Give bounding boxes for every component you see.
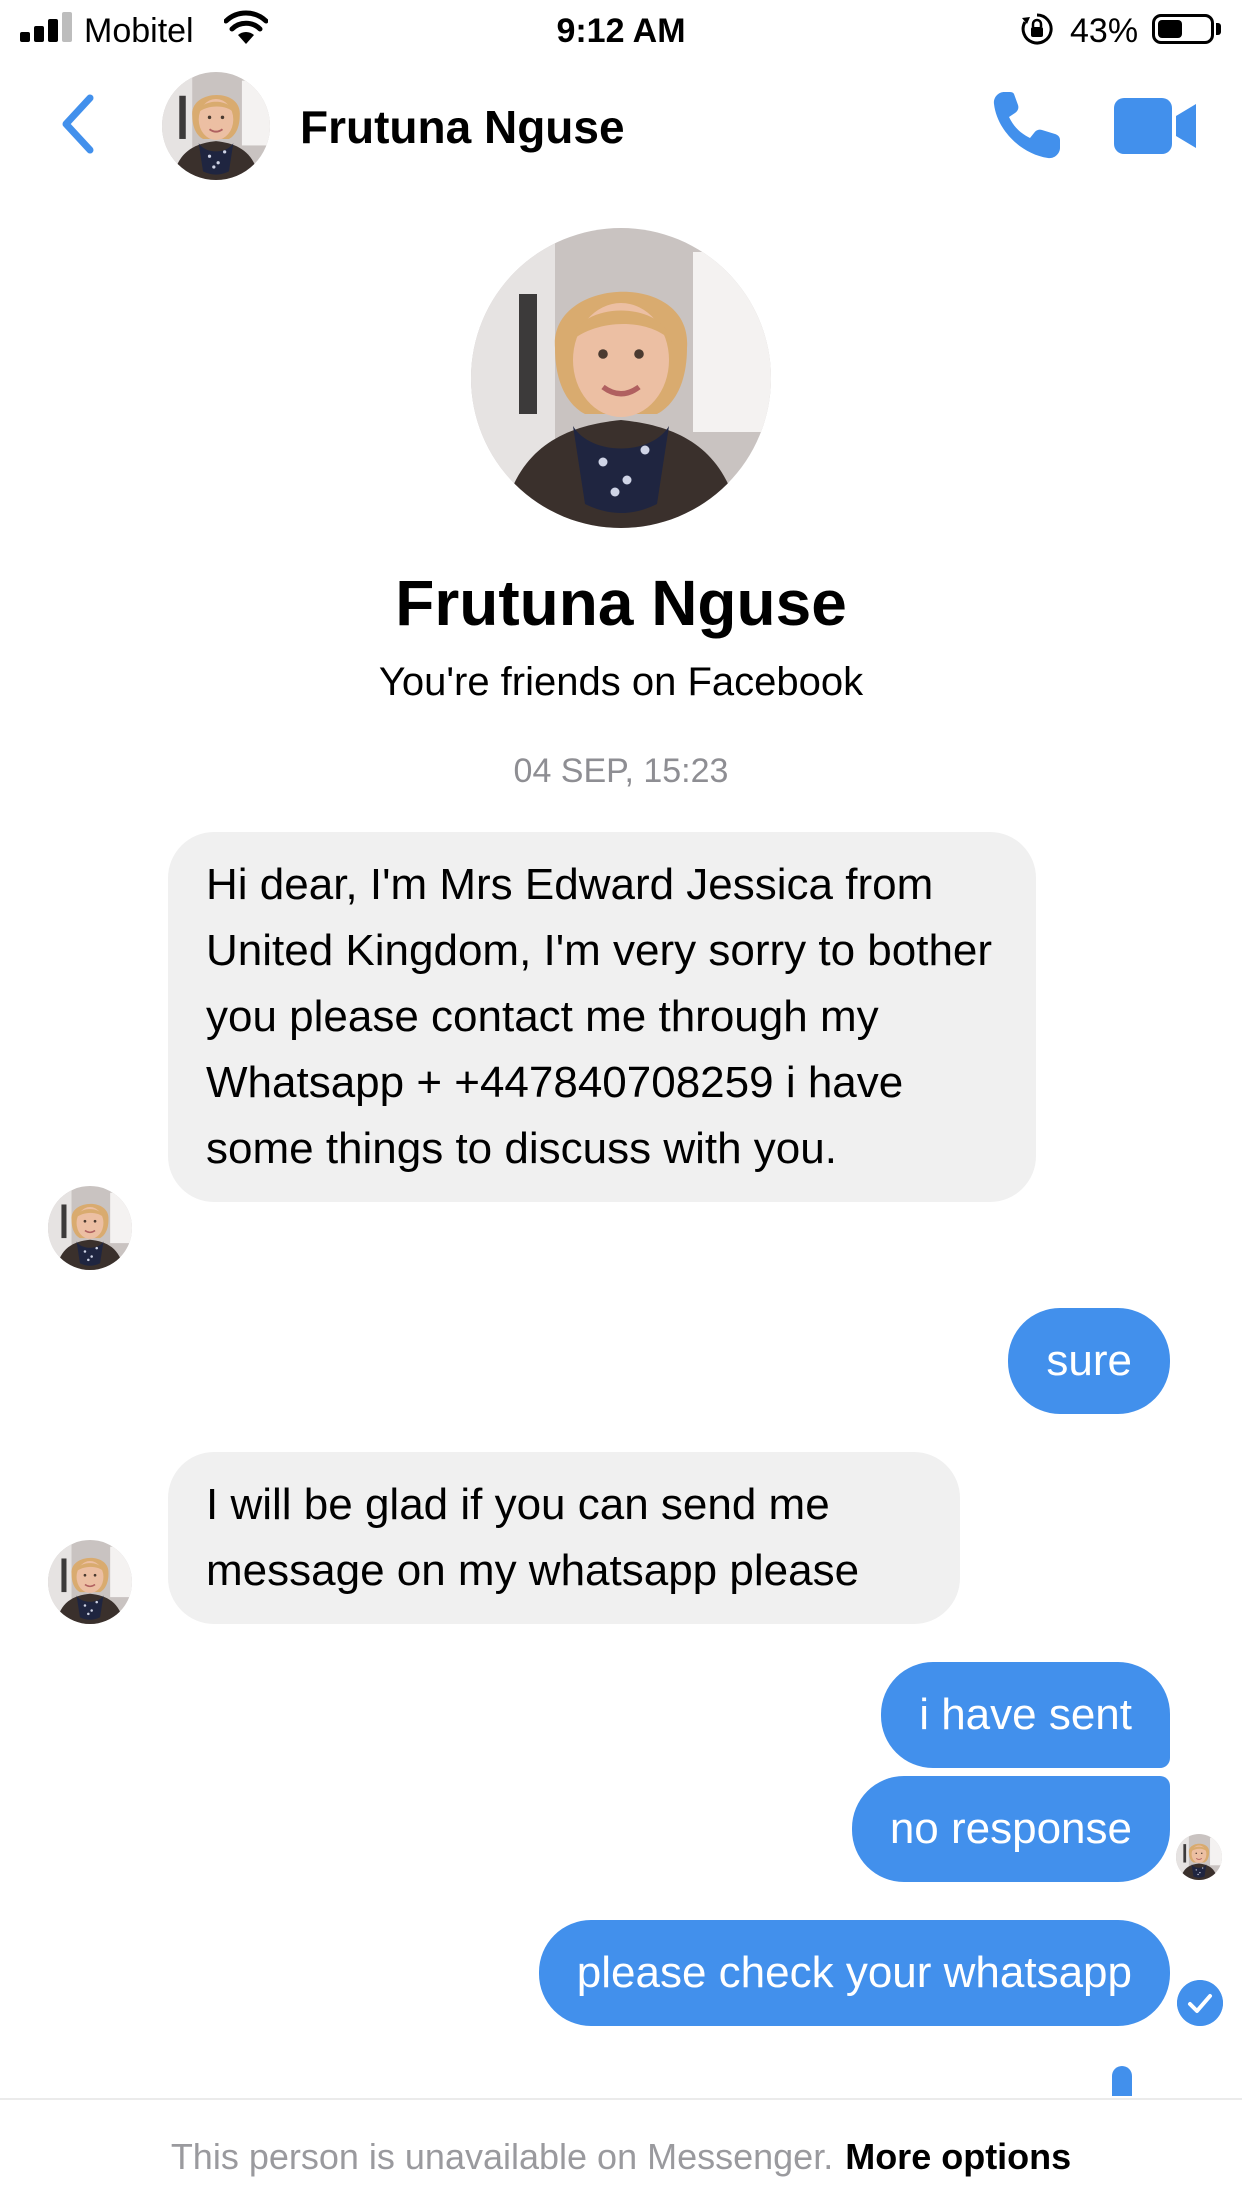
seen-avatar-icon [1176,1834,1222,1880]
footer-divider [0,2098,1242,2100]
incoming-message[interactable]: Hi dear, I'm Mrs Edward Jessica from Uni… [168,832,1036,1202]
outgoing-message[interactable]: sure [1008,1308,1170,1414]
incoming-message[interactable]: I will be glad if you can send me messag… [168,1452,960,1624]
back-chevron-icon[interactable] [58,92,98,156]
header-contact-name[interactable]: Frutuna Nguse [300,100,625,154]
more-options-link[interactable]: More options [845,2136,1071,2177]
message-timestamp: 04 SEP, 15:23 [513,752,729,790]
partial-outgoing-bubble [1112,2066,1132,2096]
profile-avatar[interactable] [471,228,771,528]
sent-check-icon [1177,1980,1223,2026]
battery-icon [1152,14,1214,44]
header-avatar[interactable] [162,72,270,180]
unavailable-text: This person is unavailable on Messenger. [170,2136,834,2177]
video-call-icon[interactable] [1114,98,1198,154]
unavailable-notice: This person is unavailable on Messenger.… [0,2136,1242,2178]
battery-percent: 43% [1070,12,1139,50]
profile-name: Frutuna Nguse [395,567,847,639]
sender-avatar[interactable] [48,1186,132,1270]
status-bar: Mobitel 9:12 AM 43% [0,0,1242,62]
outgoing-message[interactable]: no response [851,1776,1170,1882]
conversation-header: Frutuna Nguse [0,62,1242,190]
outgoing-message[interactable]: i have sent [881,1662,1170,1768]
rotation-lock-icon [1021,13,1053,45]
status-time: 9:12 AM [556,12,686,50]
profile-subtitle: You're friends on Facebook [378,660,864,704]
outgoing-message[interactable]: please check your whatsapp [538,1920,1170,2026]
battery-cap [1216,23,1221,35]
sender-avatar[interactable] [48,1540,132,1624]
phone-call-icon[interactable] [988,88,1064,164]
